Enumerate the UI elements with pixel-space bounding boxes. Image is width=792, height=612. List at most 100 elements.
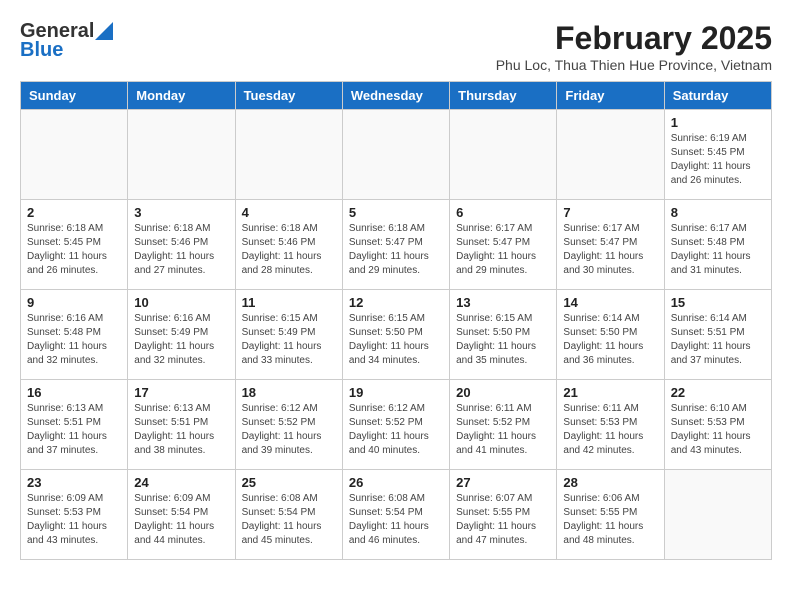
calendar-cell: 8 Sunrise: 6:17 AM Sunset: 5:48 PM Daylig… bbox=[664, 200, 771, 290]
day-info: Sunrise: 6:17 AM Sunset: 5:47 PM Dayligh… bbox=[563, 222, 657, 278]
day-info: Sunrise: 6:18 AM Sunset: 5:46 PM Dayligh… bbox=[242, 222, 336, 278]
calendar-cell: 4 Sunrise: 6:18 AM Sunset: 5:46 PM Daylig… bbox=[235, 200, 342, 290]
day-number: 25 bbox=[242, 475, 336, 490]
logo-icon bbox=[95, 22, 113, 40]
calendar-cell: 17 Sunrise: 6:13 AM Sunset: 5:51 PM Dayli… bbox=[128, 380, 235, 470]
day-number: 17 bbox=[134, 385, 228, 400]
day-number: 6 bbox=[456, 205, 550, 220]
calendar-cell: 9 Sunrise: 6:16 AM Sunset: 5:48 PM Daylig… bbox=[21, 290, 128, 380]
day-info: Sunrise: 6:14 AM Sunset: 5:51 PM Dayligh… bbox=[671, 312, 765, 368]
day-info: Sunrise: 6:15 AM Sunset: 5:50 PM Dayligh… bbox=[456, 312, 550, 368]
week-row-3: 9 Sunrise: 6:16 AM Sunset: 5:48 PM Daylig… bbox=[21, 290, 772, 380]
day-info: Sunrise: 6:18 AM Sunset: 5:46 PM Dayligh… bbox=[134, 222, 228, 278]
day-info: Sunrise: 6:09 AM Sunset: 5:54 PM Dayligh… bbox=[134, 492, 228, 548]
day-info: Sunrise: 6:06 AM Sunset: 5:55 PM Dayligh… bbox=[563, 492, 657, 548]
calendar-cell: 16 Sunrise: 6:13 AM Sunset: 5:51 PM Dayli… bbox=[21, 380, 128, 470]
day-number: 1 bbox=[671, 115, 765, 130]
day-info: Sunrise: 6:18 AM Sunset: 5:45 PM Dayligh… bbox=[27, 222, 121, 278]
day-info: Sunrise: 6:11 AM Sunset: 5:53 PM Dayligh… bbox=[563, 402, 657, 458]
day-number: 9 bbox=[27, 295, 121, 310]
day-info: Sunrise: 6:08 AM Sunset: 5:54 PM Dayligh… bbox=[349, 492, 443, 548]
calendar-cell: 26Sunrise: 6:08 AM Sunset: 5:54 PM Dayli… bbox=[342, 470, 449, 560]
day-number: 12 bbox=[349, 295, 443, 310]
calendar-cell: 23 Sunrise: 6:09 AM Sunset: 5:53 PM Dayli… bbox=[21, 470, 128, 560]
day-info: Sunrise: 6:07 AM Sunset: 5:55 PM Dayligh… bbox=[456, 492, 550, 548]
day-number: 28 bbox=[563, 475, 657, 490]
day-info: Sunrise: 6:12 AM Sunset: 5:52 PM Dayligh… bbox=[242, 402, 336, 458]
calendar-cell: 5 Sunrise: 6:18 AM Sunset: 5:47 PM Daylig… bbox=[342, 200, 449, 290]
calendar-cell: 27Sunrise: 6:07 AM Sunset: 5:55 PM Dayli… bbox=[450, 470, 557, 560]
day-number: 3 bbox=[134, 205, 228, 220]
calendar-cell: 10 Sunrise: 6:16 AM Sunset: 5:49 PM Dayli… bbox=[128, 290, 235, 380]
day-info: Sunrise: 6:10 AM Sunset: 5:53 PM Dayligh… bbox=[671, 402, 765, 458]
week-row-4: 16 Sunrise: 6:13 AM Sunset: 5:51 PM Dayli… bbox=[21, 380, 772, 470]
day-info: Sunrise: 6:15 AM Sunset: 5:50 PM Dayligh… bbox=[349, 312, 443, 368]
calendar-cell: 2 Sunrise: 6:18 AM Sunset: 5:45 PM Daylig… bbox=[21, 200, 128, 290]
day-number: 13 bbox=[456, 295, 550, 310]
day-number: 5 bbox=[349, 205, 443, 220]
logo: General Blue bbox=[20, 20, 113, 62]
day-number: 22 bbox=[671, 385, 765, 400]
calendar-cell bbox=[664, 470, 771, 560]
day-info: Sunrise: 6:13 AM Sunset: 5:51 PM Dayligh… bbox=[134, 402, 228, 458]
day-number: 15 bbox=[671, 295, 765, 310]
day-number: 20 bbox=[456, 385, 550, 400]
day-number: 18 bbox=[242, 385, 336, 400]
header-row: SundayMondayTuesdayWednesdayThursdayFrid… bbox=[21, 82, 772, 110]
calendar-cell: 12 Sunrise: 6:15 AM Sunset: 5:50 PM Dayli… bbox=[342, 290, 449, 380]
day-header-wednesday: Wednesday bbox=[342, 82, 449, 110]
day-info: Sunrise: 6:13 AM Sunset: 5:51 PM Dayligh… bbox=[27, 402, 121, 458]
calendar-cell: 1 Sunrise: 6:19 AM Sunset: 5:45 PM Daylig… bbox=[664, 110, 771, 200]
calendar-cell: 28 Sunrise: 6:06 AM Sunset: 5:55 PM Dayli… bbox=[557, 470, 664, 560]
calendar-cell bbox=[450, 110, 557, 200]
calendar-subtitle: Phu Loc, Thua Thien Hue Province, Vietna… bbox=[496, 57, 772, 73]
day-number: 10 bbox=[134, 295, 228, 310]
day-info: Sunrise: 6:14 AM Sunset: 5:50 PM Dayligh… bbox=[563, 312, 657, 368]
calendar-cell: 22 Sunrise: 6:10 AM Sunset: 5:53 PM Dayli… bbox=[664, 380, 771, 470]
calendar-cell: 13 Sunrise: 6:15 AM Sunset: 5:50 PM Dayli… bbox=[450, 290, 557, 380]
calendar-cell bbox=[21, 110, 128, 200]
calendar-cell: 20Sunrise: 6:11 AM Sunset: 5:52 PM Dayli… bbox=[450, 380, 557, 470]
calendar-cell bbox=[557, 110, 664, 200]
week-row-5: 23 Sunrise: 6:09 AM Sunset: 5:53 PM Dayli… bbox=[21, 470, 772, 560]
day-number: 7 bbox=[563, 205, 657, 220]
calendar-cell: 3 Sunrise: 6:18 AM Sunset: 5:46 PM Daylig… bbox=[128, 200, 235, 290]
calendar-cell: 15 Sunrise: 6:14 AM Sunset: 5:51 PM Dayli… bbox=[664, 290, 771, 380]
calendar-cell: 11Sunrise: 6:15 AM Sunset: 5:49 PM Dayli… bbox=[235, 290, 342, 380]
day-number: 4 bbox=[242, 205, 336, 220]
calendar-table: SundayMondayTuesdayWednesdayThursdayFrid… bbox=[20, 81, 772, 560]
calendar-cell: 14 Sunrise: 6:14 AM Sunset: 5:50 PM Dayli… bbox=[557, 290, 664, 380]
day-number: 14 bbox=[563, 295, 657, 310]
day-header-tuesday: Tuesday bbox=[235, 82, 342, 110]
day-number: 2 bbox=[27, 205, 121, 220]
day-info: Sunrise: 6:18 AM Sunset: 5:47 PM Dayligh… bbox=[349, 222, 443, 278]
day-info: Sunrise: 6:09 AM Sunset: 5:53 PM Dayligh… bbox=[27, 492, 121, 548]
day-info: Sunrise: 6:12 AM Sunset: 5:52 PM Dayligh… bbox=[349, 402, 443, 458]
day-info: Sunrise: 6:17 AM Sunset: 5:48 PM Dayligh… bbox=[671, 222, 765, 278]
calendar-cell: 21 Sunrise: 6:11 AM Sunset: 5:53 PM Dayli… bbox=[557, 380, 664, 470]
calendar-cell: 18 Sunrise: 6:12 AM Sunset: 5:52 PM Dayli… bbox=[235, 380, 342, 470]
day-info: Sunrise: 6:16 AM Sunset: 5:49 PM Dayligh… bbox=[134, 312, 228, 368]
calendar-cell bbox=[128, 110, 235, 200]
day-number: 11 bbox=[242, 295, 336, 310]
week-row-1: 1 Sunrise: 6:19 AM Sunset: 5:45 PM Daylig… bbox=[21, 110, 772, 200]
calendar-cell: 19 Sunrise: 6:12 AM Sunset: 5:52 PM Dayli… bbox=[342, 380, 449, 470]
day-number: 19 bbox=[349, 385, 443, 400]
week-row-2: 2 Sunrise: 6:18 AM Sunset: 5:45 PM Daylig… bbox=[21, 200, 772, 290]
day-info: Sunrise: 6:16 AM Sunset: 5:48 PM Dayligh… bbox=[27, 312, 121, 368]
day-header-saturday: Saturday bbox=[664, 82, 771, 110]
calendar-cell: 6Sunrise: 6:17 AM Sunset: 5:47 PM Daylig… bbox=[450, 200, 557, 290]
day-info: Sunrise: 6:19 AM Sunset: 5:45 PM Dayligh… bbox=[671, 132, 765, 188]
day-number: 23 bbox=[27, 475, 121, 490]
calendar-cell: 24Sunrise: 6:09 AM Sunset: 5:54 PM Dayli… bbox=[128, 470, 235, 560]
logo-blue: Blue bbox=[20, 39, 63, 62]
day-info: Sunrise: 6:08 AM Sunset: 5:54 PM Dayligh… bbox=[242, 492, 336, 548]
title-area: February 2025 Phu Loc, Thua Thien Hue Pr… bbox=[496, 20, 772, 73]
calendar-title: February 2025 bbox=[496, 20, 772, 57]
day-number: 21 bbox=[563, 385, 657, 400]
calendar-cell bbox=[342, 110, 449, 200]
calendar-cell bbox=[235, 110, 342, 200]
day-number: 8 bbox=[671, 205, 765, 220]
day-number: 16 bbox=[27, 385, 121, 400]
day-header-monday: Monday bbox=[128, 82, 235, 110]
